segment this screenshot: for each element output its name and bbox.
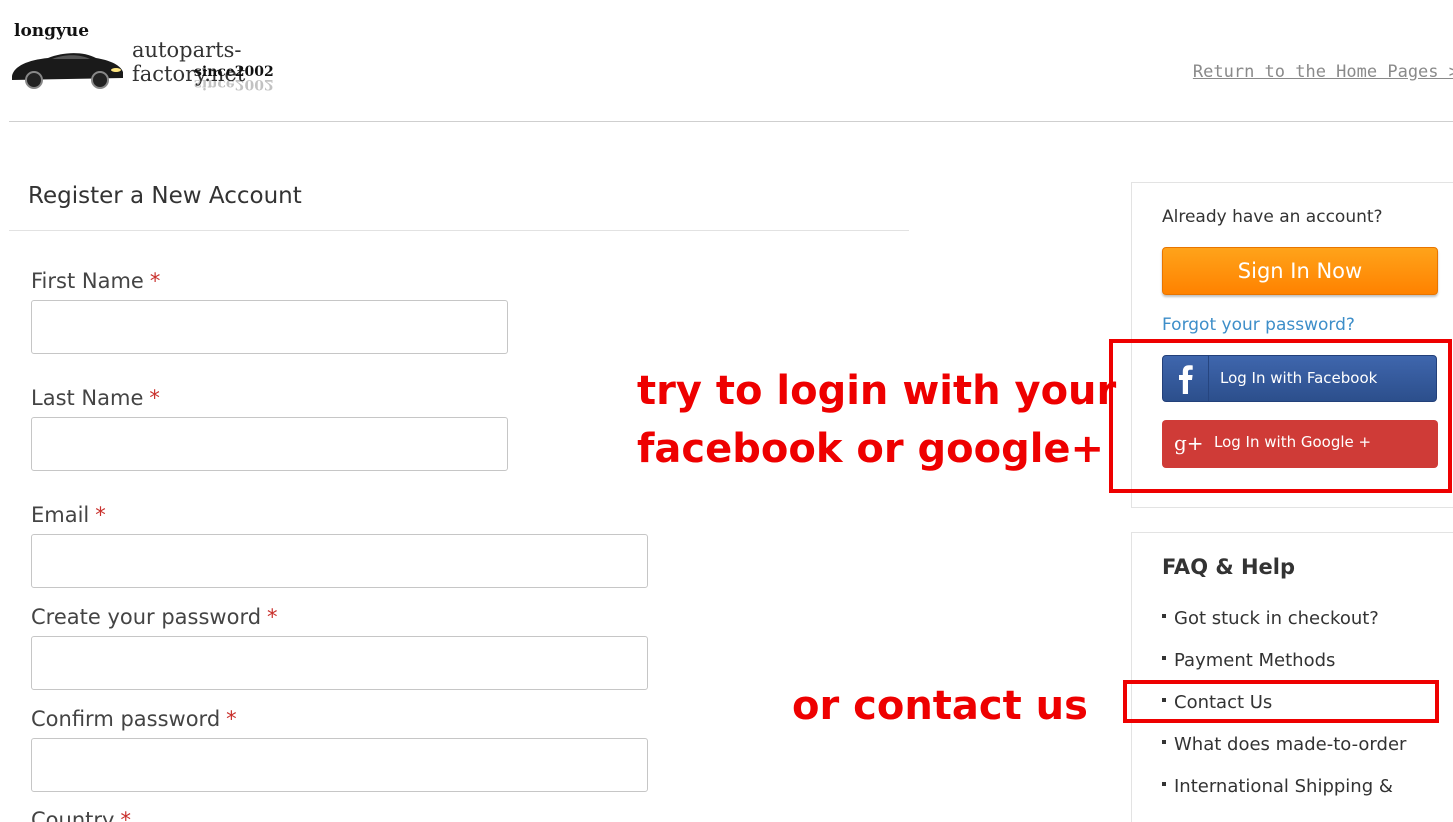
last-name-input[interactable] [31,417,508,471]
register-title: Register a New Account [28,183,302,209]
logo-brand: longyue [14,21,90,41]
already-have-account-text: Already have an account? [1162,207,1383,227]
site-logo[interactable]: longyue autoparts-factory.net since2002 … [8,20,348,96]
bullet-icon [1162,656,1166,660]
logo-since: since2002 [194,64,274,80]
confirm-password-input[interactable] [31,738,648,792]
required-mark: * [95,503,106,527]
first-name-input[interactable] [31,300,508,354]
logo-since-reflection: since2002 [194,80,274,92]
forgot-password-link[interactable]: Forgot your password? [1162,315,1355,335]
email-input[interactable] [31,534,648,588]
create-password-input[interactable] [31,636,648,690]
register-divider [9,230,909,231]
header-divider [9,121,1453,122]
first-name-label: First Name * [31,269,161,293]
faq-title: FAQ & Help [1162,555,1296,579]
country-label: Country * [31,808,131,822]
annotation-login: try to login with your facebook or googl… [637,368,1117,472]
required-mark: * [149,386,160,410]
faq-item-shipping[interactable]: International Shipping & [1162,776,1393,797]
required-mark: * [120,808,131,822]
required-mark: * [226,707,237,731]
car-icon [12,53,123,89]
bullet-icon [1162,740,1166,744]
page: longyue autoparts-factory.net since2002 … [0,0,1453,822]
create-password-label: Create your password * [31,605,278,629]
confirm-password-label: Confirm password * [31,707,237,731]
required-mark: * [149,269,161,293]
faq-item-checkout[interactable]: Got stuck in checkout? [1162,608,1379,629]
bullet-icon [1162,782,1166,786]
email-label: Email * [31,503,106,527]
highlight-social-login [1109,339,1452,493]
last-name-label: Last Name * [31,386,160,410]
highlight-contact-us [1123,680,1439,723]
return-home-link[interactable]: Return to the Home Pages > [1193,62,1453,82]
bullet-icon [1162,614,1166,618]
required-mark: * [267,605,278,629]
faq-item-payment[interactable]: Payment Methods [1162,650,1335,671]
faq-item-made-to-order[interactable]: What does made-to-order [1162,734,1406,755]
annotation-contact: or contact us [792,683,1088,729]
sign-in-button[interactable]: Sign In Now [1162,247,1438,295]
